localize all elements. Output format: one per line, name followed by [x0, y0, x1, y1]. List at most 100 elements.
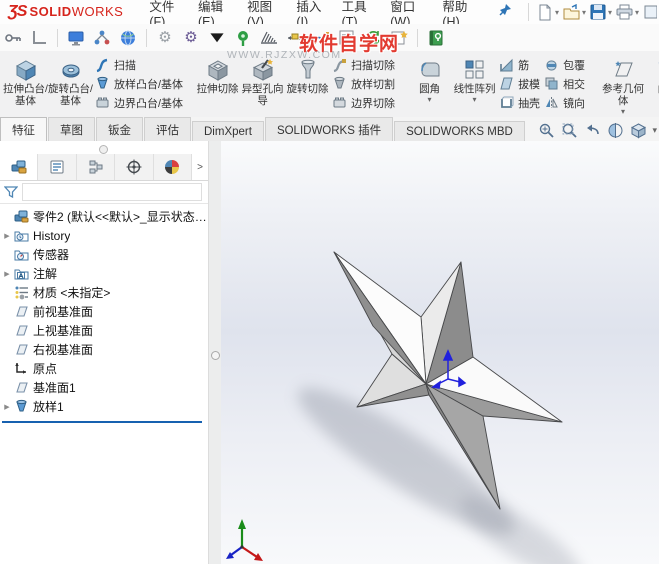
linear-pattern-caret[interactable]: ▾ — [473, 96, 477, 104]
pin-menu-icon[interactable] — [498, 3, 512, 22]
reference-geometry-caret[interactable]: ▾ — [621, 108, 625, 116]
help-book-icon[interactable] — [427, 29, 445, 47]
revolve-boss-button[interactable]: 旋转凸台/基体 — [48, 53, 93, 115]
smart-dimension-icon[interactable] — [286, 29, 304, 47]
tab-solidworks-addins[interactable]: SOLIDWORKS 插件 — [265, 117, 393, 141]
tree-item-origin[interactable]: 原点 — [0, 359, 208, 378]
curves-button[interactable]: 曲线 ▾ — [649, 53, 659, 115]
dimxpertmanager-tab[interactable] — [115, 154, 153, 180]
sheet-format-icon[interactable] — [390, 29, 408, 47]
tree-item-right-plane[interactable]: 右视基准面 — [0, 340, 208, 359]
tree-item-loft1[interactable]: ▶ 放样1 — [0, 397, 208, 416]
solidworks-logo: ƷS SOLID WORKS — [8, 3, 123, 21]
expand-icon[interactable]: ▶ — [0, 270, 14, 278]
fillet-icon — [418, 58, 442, 82]
section-view-icon[interactable] — [607, 122, 624, 139]
note-icon[interactable] — [338, 29, 356, 47]
open-document-caret[interactable]: ▾ — [582, 8, 586, 17]
configurationmanager-tab[interactable] — [77, 154, 115, 180]
boundary-boss-button[interactable]: 边界凸台/基体 — [95, 95, 183, 111]
featuremanager-tree-tab[interactable] — [0, 154, 38, 180]
front-plane-label: 前视基准面 — [33, 303, 93, 320]
new-document-button[interactable]: ▾ — [537, 4, 559, 21]
tree-root-part[interactable]: 零件2 (默认<<默认>_显示状态 1>) — [0, 207, 208, 226]
splitter-handle[interactable] — [211, 351, 220, 360]
funnel-icon[interactable]: ▼ — [204, 29, 231, 47]
open-document-button[interactable]: ▾ — [563, 4, 586, 21]
save-caret[interactable]: ▾ — [608, 8, 612, 17]
wrap-button[interactable]: 包覆 — [544, 57, 585, 73]
propertymanager-tab[interactable] — [38, 154, 76, 180]
rollback-bar[interactable] — [2, 421, 202, 423]
revolve-cut-label: 旋转切除 — [287, 83, 329, 95]
display-style-icon[interactable] — [630, 122, 647, 139]
tree-filter-row — [0, 181, 208, 204]
loft-cut-button[interactable]: 放样切割 — [332, 76, 395, 92]
panel-collapse-handle[interactable] — [99, 145, 108, 154]
tab-solidworks-mbd[interactable]: SOLIDWORKS MBD — [394, 121, 525, 141]
tree-item-top-plane[interactable]: 上视基准面 — [0, 321, 208, 340]
settings-gear-icon[interactable]: ⚙ — [156, 29, 174, 47]
feature-manager-expand-arrow[interactable]: > — [192, 154, 208, 180]
mirror-button[interactable]: 镜向 — [544, 95, 585, 111]
new-document-caret[interactable]: ▾ — [555, 8, 559, 17]
loft-cut-icon — [332, 76, 347, 91]
expand-icon[interactable]: ▶ — [0, 403, 14, 411]
tab-features[interactable]: 特征 — [0, 117, 47, 141]
tree-filter-input[interactable] — [22, 183, 202, 201]
tab-sheet-metal[interactable]: 钣金 — [96, 117, 143, 141]
fillet-caret[interactable]: ▾ — [428, 96, 432, 104]
tab-sketch[interactable]: 草图 — [48, 117, 95, 141]
revolve-cut-button[interactable]: 旋转切除 — [285, 53, 330, 115]
linear-pattern-button[interactable]: 线性阵列 ▾ — [452, 53, 497, 115]
tree-item-front-plane[interactable]: 前视基准面 — [0, 302, 208, 321]
extrude-cut-label: 拉伸切除 — [197, 83, 239, 95]
material-icon — [14, 285, 29, 300]
zoom-to-area-icon[interactable] — [561, 122, 578, 139]
star-model[interactable] — [221, 141, 659, 564]
location-pin-icon[interactable] — [234, 29, 252, 47]
tab-evaluate[interactable]: 评估 — [144, 117, 191, 141]
propertymanager-icon — [49, 159, 65, 175]
tree-item-plane1[interactable]: 基准面1 — [0, 378, 208, 397]
fillet-button[interactable]: 圆角 ▾ — [407, 53, 452, 115]
loft-boss-button[interactable]: 放样凸台/基体 — [95, 76, 183, 92]
zoom-to-fit-icon[interactable] — [538, 122, 555, 139]
measure-icon[interactable] — [260, 29, 278, 47]
tab-dimxpert[interactable]: DimXpert — [192, 121, 264, 141]
sweep-boss-button[interactable]: 扫描 — [95, 57, 183, 73]
displaymanager-tab[interactable] — [154, 154, 192, 180]
spline-tool-icon[interactable] — [312, 29, 330, 47]
expand-icon[interactable]: ▶ — [0, 232, 14, 240]
rotate-view-icon[interactable] — [364, 29, 382, 47]
clipped-toolbar-button[interactable] — [643, 4, 657, 20]
monitor-icon[interactable] — [67, 29, 85, 47]
tree-item-annotations[interactable]: ▶ 注解 — [0, 264, 208, 283]
extrude-cut-button[interactable]: 拉伸切除 — [195, 53, 240, 115]
network-icon[interactable] — [93, 29, 111, 47]
globe-icon[interactable] — [119, 29, 137, 47]
shell-button[interactable]: 抽壳 — [499, 95, 540, 111]
graphics-viewport[interactable] — [221, 141, 659, 564]
print-button[interactable]: ▾ — [616, 4, 639, 20]
tree-item-sensors[interactable]: 传感器 — [0, 245, 208, 264]
hole-wizard-button[interactable]: 异型孔向导 — [240, 53, 285, 115]
corner-ruler-icon[interactable] — [30, 29, 48, 47]
intersect-button[interactable]: 相交 — [544, 76, 585, 92]
heads-up-more-caret[interactable]: ▾ — [652, 125, 657, 136]
tree-item-history[interactable]: ▶ History — [0, 226, 208, 245]
advanced-gear-icon[interactable]: ⚙ — [182, 29, 200, 47]
plane-icon — [14, 342, 29, 357]
boundary-cut-button[interactable]: 边界切除 — [332, 95, 395, 111]
print-caret[interactable]: ▾ — [635, 8, 639, 17]
previous-view-icon[interactable] — [584, 122, 601, 139]
save-button[interactable]: ▾ — [590, 4, 612, 20]
menu-bar: ƷS SOLID WORKS 文件(F) 编辑(E) 视图(V) 插入(I) 工… — [0, 0, 659, 25]
rib-button[interactable]: 筋 — [499, 57, 540, 73]
sweep-cut-button[interactable]: 扫描切除 — [332, 57, 395, 73]
tree-item-material[interactable]: 材质 <未指定> — [0, 283, 208, 302]
draft-button[interactable]: 拔模 — [499, 76, 540, 92]
reference-geometry-button[interactable]: 参考几何体 ▾ — [597, 53, 649, 115]
extrude-boss-button[interactable]: 拉伸凸台/基体 — [3, 53, 48, 115]
key-icon[interactable] — [4, 29, 22, 47]
